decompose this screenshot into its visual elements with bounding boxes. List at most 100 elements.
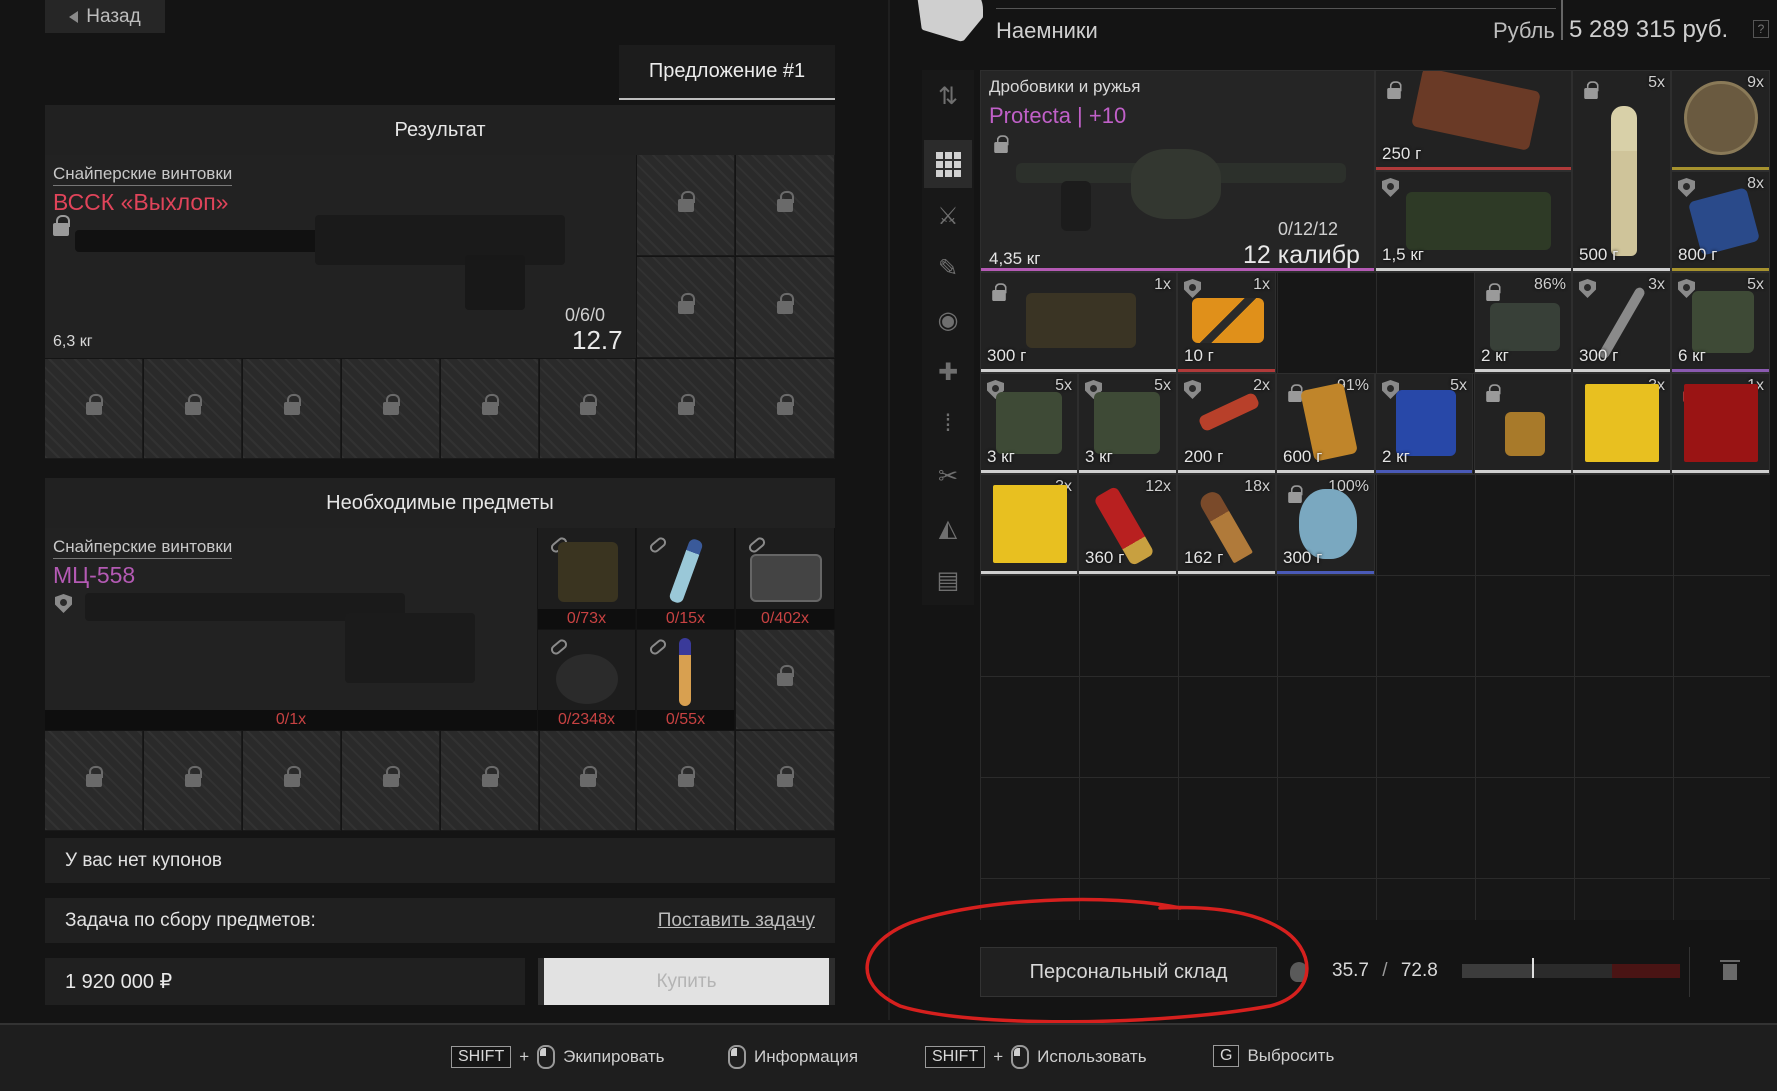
result-heading-text: Результат	[394, 118, 486, 141]
stash-item[interactable]: 5x 3 кг	[1078, 373, 1177, 474]
item-quantity: 1x	[1154, 276, 1171, 293]
weight-max: 72.8	[1400, 960, 1438, 981]
item-weight: 300 г	[987, 346, 1027, 365]
required-item-4[interactable]: 0/2348x	[538, 630, 636, 730]
stash-item[interactable]: 8x 800 г	[1671, 171, 1770, 272]
stash-item[interactable]: 3x	[980, 474, 1078, 575]
result-item[interactable]: Снайперские винтовки ВССК «Выхлоп» 0/6/0…	[45, 155, 636, 358]
shield-icon	[1678, 178, 1695, 197]
trash-button[interactable]	[1689, 947, 1770, 997]
stash-item[interactable]: 1x 10 г	[1177, 272, 1276, 373]
hint-equip-label: Экипировать	[563, 1047, 665, 1066]
stash-item[interactable]: 100% 300 г	[1276, 474, 1375, 575]
stash-item[interactable]: 5x 6 кг	[1671, 272, 1770, 373]
locked-slot	[637, 359, 735, 459]
personal-storage-button[interactable]: Персональный склад	[980, 947, 1277, 997]
stash-item-featured[interactable]: Дробовики и ружья Protecta | +10 0/12/12…	[980, 70, 1375, 272]
filter-weapons-icon[interactable]: ⚔	[924, 192, 972, 240]
item-weight: 200 г	[1184, 447, 1224, 466]
stash-item[interactable]: 91% 600 г	[1276, 373, 1375, 474]
stash-item[interactable]: 3x 300 г	[1572, 272, 1671, 373]
flare-gun-icon	[1197, 391, 1261, 433]
required-heading: Необходимые предметы	[45, 478, 835, 528]
buy-button[interactable]: Купить	[538, 958, 835, 1005]
required-item-3[interactable]: 0/402x	[736, 528, 835, 629]
required-item-2[interactable]: 0/15x	[637, 528, 735, 629]
locked-slot	[637, 257, 735, 358]
stash-item[interactable]: 5x 500 г	[1572, 70, 1671, 272]
stash-item[interactable]: 18x 162 г	[1177, 474, 1276, 575]
tab-offer-1[interactable]: Предложение #1	[619, 45, 835, 100]
hint-drop-label: Выбросить	[1247, 1046, 1335, 1065]
lock-icon	[1386, 81, 1402, 100]
filter-ammo-icon[interactable]: ⁞	[924, 400, 972, 448]
stash-item[interactable]: 5x 3 кг	[980, 373, 1078, 474]
locked-slot	[45, 359, 143, 459]
stash-item[interactable]: 5x 2 кг	[1375, 373, 1473, 474]
filter-artifacts-icon[interactable]: ◉	[924, 296, 972, 344]
stash-item[interactable]: 250 г	[1375, 70, 1572, 171]
stash-item[interactable]	[1474, 373, 1572, 474]
weight-bar-marker	[1532, 958, 1534, 978]
coupons-bar: У вас нет купонов	[45, 838, 835, 883]
buy-label: Купить	[656, 970, 717, 992]
result-heading: Результат	[45, 105, 835, 155]
required-category: Снайперские винтовки	[53, 536, 233, 559]
featured-name: Protecta | +10	[989, 103, 1127, 128]
required-item-5[interactable]: 0/55x	[637, 630, 735, 730]
orange-case-icon	[1192, 298, 1264, 343]
hint-plus: +	[519, 1047, 530, 1066]
stash-item[interactable]: 86% 2 кг	[1474, 272, 1572, 373]
set-task-link[interactable]: Поставить задачу	[658, 910, 815, 932]
item-weight: 2 кг	[1382, 447, 1410, 466]
filter-tools-icon[interactable]: ✂	[924, 452, 972, 500]
stash-item[interactable]: 2x 200 г	[1177, 373, 1276, 474]
lock-icon	[993, 135, 1009, 154]
lock-icon	[1485, 283, 1501, 302]
filter-storage-icon[interactable]: ▤	[924, 556, 972, 604]
sort-icon[interactable]: ⇅	[924, 72, 972, 120]
item-weight: 2 кг	[1481, 346, 1509, 365]
featured-ammo: 0/12/12	[1278, 219, 1339, 239]
stash-item[interactable]: 9x	[1671, 70, 1770, 171]
shield-icon	[1184, 380, 1201, 399]
money-balance: 5 289 315 руб.	[1569, 16, 1729, 43]
item-weight: 3 кг	[987, 447, 1015, 466]
filter-misc-icon[interactable]: ◭	[924, 504, 972, 552]
help-icon[interactable]: ?	[1753, 20, 1769, 38]
result-weight: 6,3 кг	[53, 333, 93, 350]
item-weight: 1,5 кг	[1382, 245, 1424, 264]
mouse-left-icon	[537, 1045, 556, 1069]
link-icon	[548, 637, 570, 657]
item-weight: 10 г	[1184, 346, 1214, 365]
stash-item[interactable]: 12x 360 г	[1078, 474, 1177, 575]
weight-icon	[1290, 962, 1308, 982]
rifle-body	[315, 215, 565, 265]
backpack-icon	[1094, 392, 1160, 454]
locked-slot	[637, 155, 735, 256]
shield-icon	[1184, 279, 1201, 298]
locked-slot	[736, 731, 835, 831]
required-main-item[interactable]: Снайперские винтовки МЦ-558 0/1x	[45, 528, 537, 730]
item-weight: 300 г	[1283, 548, 1323, 567]
back-button[interactable]: Назад	[45, 0, 165, 33]
trader-name: Наемники	[996, 18, 1098, 43]
locked-slot	[243, 731, 341, 831]
lock-icon	[1485, 384, 1501, 403]
filter-medkit-icon[interactable]: ✚	[924, 348, 972, 396]
locked-slot	[736, 155, 835, 256]
weight-bar-overload	[1612, 964, 1680, 978]
stash-item[interactable]: 3x	[1572, 373, 1671, 474]
required-item-1[interactable]: 0/73x	[538, 528, 636, 629]
trader-logo-icon	[915, 0, 983, 42]
item-quantity: 18x	[1244, 478, 1270, 495]
stash-item[interactable]: 1,5 кг	[1375, 171, 1572, 272]
filter-all-icon[interactable]	[924, 140, 972, 188]
stash-item[interactable]: 1x 300 г	[980, 272, 1177, 373]
price-value: 1 920 000 ₽	[65, 971, 173, 993]
filter-gear-icon[interactable]: ✎	[924, 244, 972, 292]
stash-item[interactable]: 1x	[1671, 373, 1770, 474]
keychain-icon	[1505, 412, 1545, 456]
locked-slot	[144, 731, 242, 831]
hint-use-label: Использовать	[1037, 1047, 1147, 1066]
